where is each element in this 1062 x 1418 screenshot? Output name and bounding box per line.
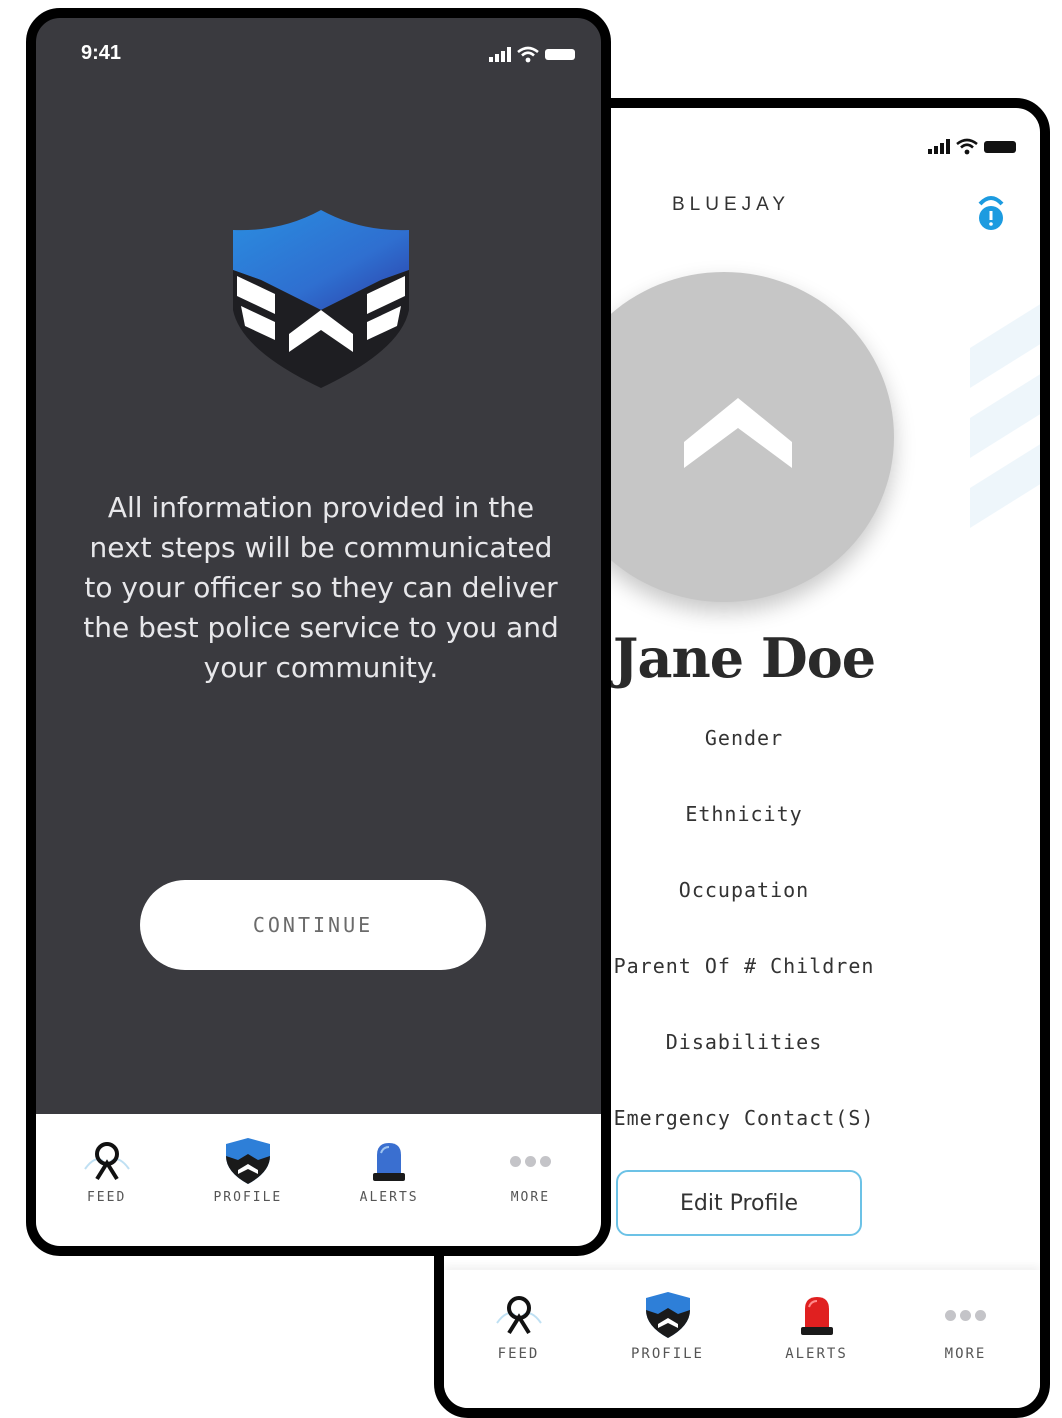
tab-label: MORE <box>944 1346 987 1362</box>
feed-icon <box>83 1142 130 1181</box>
decorative-chevron-stripes <box>970 304 1040 528</box>
wifi-icon <box>517 46 539 63</box>
battery-icon <box>545 49 575 60</box>
chevron-up-icon <box>684 398 792 468</box>
tab-alerts[interactable]: ALERTS <box>742 1270 891 1408</box>
more-dots-icon <box>509 1155 551 1167</box>
tab-label: FEED <box>86 1190 127 1205</box>
app-brand: BLUEJAY <box>672 194 791 215</box>
tab-label: MORE <box>510 1190 551 1205</box>
signal-icon <box>928 139 950 154</box>
more-dots-icon <box>945 1309 986 1321</box>
status-indicators <box>489 46 575 63</box>
tab-feed[interactable]: FEED <box>444 1270 593 1408</box>
tab-feed[interactable]: FEED <box>36 1114 177 1246</box>
onboarding-phone: 9:41 All information provided in the nex… <box>26 8 611 1256</box>
tab-more[interactable]: MORE <box>460 1114 601 1246</box>
tab-label: PROFILE <box>630 1346 704 1362</box>
tab-bar: FEED PROFILE ALERTS MORE <box>444 1270 1040 1408</box>
profile-shield-icon <box>225 1138 270 1184</box>
tab-profile[interactable]: PROFILE <box>593 1270 742 1408</box>
lock-alert-icon[interactable] <box>974 188 1008 232</box>
siren-icon <box>373 1143 406 1181</box>
signal-icon <box>489 47 511 62</box>
status-indicators <box>928 138 1016 155</box>
feed-icon <box>495 1296 542 1335</box>
tab-label: ALERTS <box>359 1190 419 1205</box>
battery-icon <box>984 140 1016 153</box>
siren-icon <box>800 1297 833 1335</box>
tab-label: ALERTS <box>785 1346 848 1362</box>
tab-more[interactable]: MORE <box>891 1270 1040 1408</box>
onboarding-message: All information provided in the next ste… <box>83 491 559 684</box>
bluejay-shield-logo <box>233 210 409 388</box>
tab-profile[interactable]: PROFILE <box>177 1114 318 1246</box>
status-time-group: 9:41 <box>81 42 121 65</box>
status-time: 9:41 <box>81 42 122 64</box>
tab-alerts[interactable]: ALERTS <box>319 1114 460 1246</box>
profile-shield-icon <box>645 1292 690 1338</box>
wifi-icon <box>956 138 978 155</box>
continue-button[interactable]: CONTINUE <box>140 880 486 970</box>
edit-profile-button[interactable]: Edit Profile <box>616 1170 862 1236</box>
tab-bar: FEED PROFILE ALERTS MORE <box>36 1114 601 1246</box>
tab-label: PROFILE <box>213 1190 283 1205</box>
tab-label: FEED <box>497 1346 540 1362</box>
